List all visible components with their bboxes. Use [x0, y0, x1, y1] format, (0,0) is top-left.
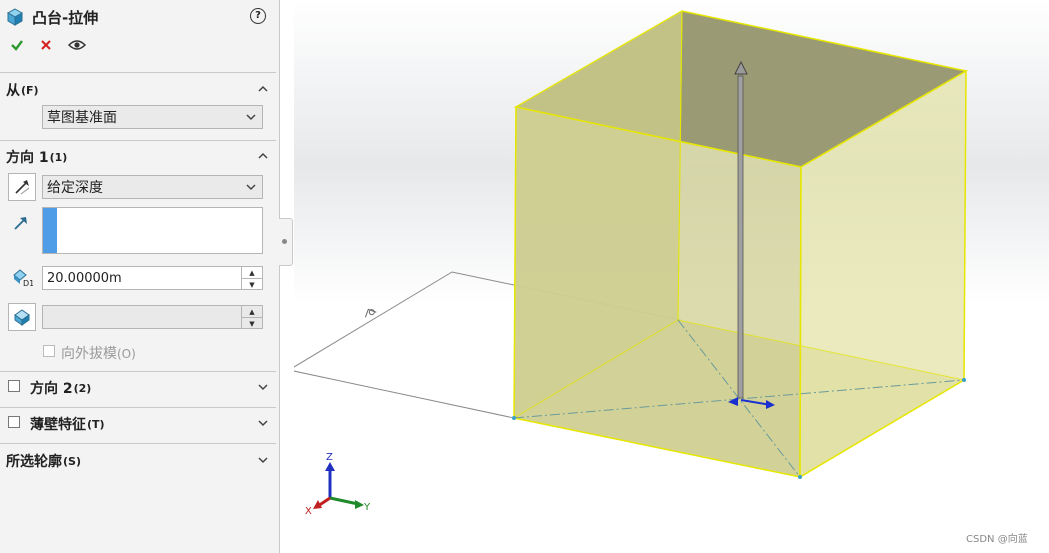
stepper-up-icon: ▲	[242, 306, 262, 318]
draft-angle-stepper: ▲ ▼	[241, 306, 262, 328]
divider	[0, 140, 276, 141]
section-selected-contours-header[interactable]: 所选轮廓 (S)	[6, 451, 81, 471]
divider	[0, 407, 276, 408]
property-manager-panel: 凸台-拉伸 ? 从 (F) 草图基准面 方向 1 (1) 给定深度 D1 20.…	[0, 0, 280, 553]
chevron-down-icon[interactable]	[258, 418, 268, 428]
box-front-left-face	[513, 106, 802, 478]
chevron-down-icon	[246, 114, 256, 121]
draft-angle-input: ▲ ▼	[42, 305, 263, 329]
section-direction1-shortcut: (1)	[49, 150, 68, 164]
end-condition-dropdown[interactable]: 给定深度	[42, 175, 263, 199]
chevron-down-icon[interactable]	[258, 455, 268, 465]
depth-value: 20.00000m	[47, 270, 122, 286]
axis-z-label: Z	[326, 452, 333, 463]
section-direction2-header[interactable]: 方向 2 (2)	[30, 378, 91, 398]
property-manager-header: 凸台-拉伸	[6, 4, 98, 30]
chevron-up-icon[interactable]	[258, 151, 268, 161]
divider	[0, 371, 276, 372]
panel-collapse-handle[interactable]	[279, 218, 293, 266]
divider	[0, 72, 276, 73]
reverse-direction-button[interactable]	[8, 173, 36, 201]
stepper-up-icon[interactable]: ▲	[242, 267, 262, 279]
graphics-viewport[interactable]: Z Y X	[294, 0, 1049, 553]
x-icon[interactable]	[40, 39, 52, 51]
stepper-down-icon[interactable]: ▼	[242, 279, 262, 290]
chevron-down-icon[interactable]	[258, 382, 268, 392]
extrude-feature-icon	[6, 8, 24, 26]
feature-title: 凸台-拉伸	[32, 8, 99, 27]
from-dropdown-value: 草图基准面	[47, 110, 117, 126]
section-thin-feature-label: 薄壁特征	[30, 417, 86, 433]
direction-arrow-icon	[14, 217, 27, 230]
draft-toggle-button[interactable]	[8, 303, 36, 331]
section-direction2-label: 方向 2	[30, 381, 73, 397]
direction2-checkbox[interactable]	[8, 380, 20, 392]
section-selected-contours-label: 所选轮廓	[6, 454, 62, 470]
section-from-label: 从	[6, 83, 20, 99]
section-selected-contours-shortcut: (S)	[63, 454, 81, 468]
reverse-direction-icon	[15, 180, 30, 195]
section-direction2-shortcut: (2)	[73, 381, 92, 395]
depth-dimension-icon: D1	[13, 269, 33, 287]
question-circle-icon[interactable]: ?	[250, 8, 266, 24]
draft-outward-checkbox	[43, 345, 55, 357]
stepper-down-icon: ▼	[249, 319, 255, 328]
action-bar	[10, 38, 86, 52]
eye-icon[interactable]	[68, 39, 86, 51]
draft-outward-shortcut: (O)	[117, 347, 136, 361]
draft-outward-label: 向外拔模(O)	[61, 343, 136, 363]
thin-feature-checkbox[interactable]	[8, 416, 20, 428]
draft-icon	[14, 309, 30, 326]
depth-stepper[interactable]: ▲ ▼	[241, 267, 262, 289]
chevron-up-icon[interactable]	[258, 84, 268, 94]
section-from-header[interactable]: 从 (F)	[6, 80, 39, 100]
draft-outward-text: 向外拔模	[61, 346, 117, 362]
direction-vector-selection-box[interactable]	[42, 207, 263, 254]
section-from-shortcut: (F)	[21, 83, 39, 97]
from-dropdown[interactable]: 草图基准面	[42, 105, 263, 129]
svg-text:D1: D1	[23, 279, 33, 287]
axis-y-label: Y	[363, 502, 371, 513]
section-direction1-label: 方向 1	[6, 150, 49, 166]
section-thin-feature-header[interactable]: 薄壁特征 (T)	[30, 414, 105, 434]
watermark: CSDN @向蓝	[966, 534, 1028, 545]
section-direction1-header[interactable]: 方向 1 (1)	[6, 147, 67, 167]
depth-input[interactable]: 20.00000m ▲ ▼	[42, 266, 263, 290]
selection-active-indicator	[43, 208, 57, 253]
end-condition-value: 给定深度	[47, 180, 103, 196]
check-icon[interactable]	[10, 38, 24, 52]
axis-x-label: X	[305, 506, 312, 517]
chevron-down-icon	[246, 184, 256, 191]
section-thin-feature-shortcut: (T)	[87, 417, 105, 431]
divider	[0, 443, 276, 444]
